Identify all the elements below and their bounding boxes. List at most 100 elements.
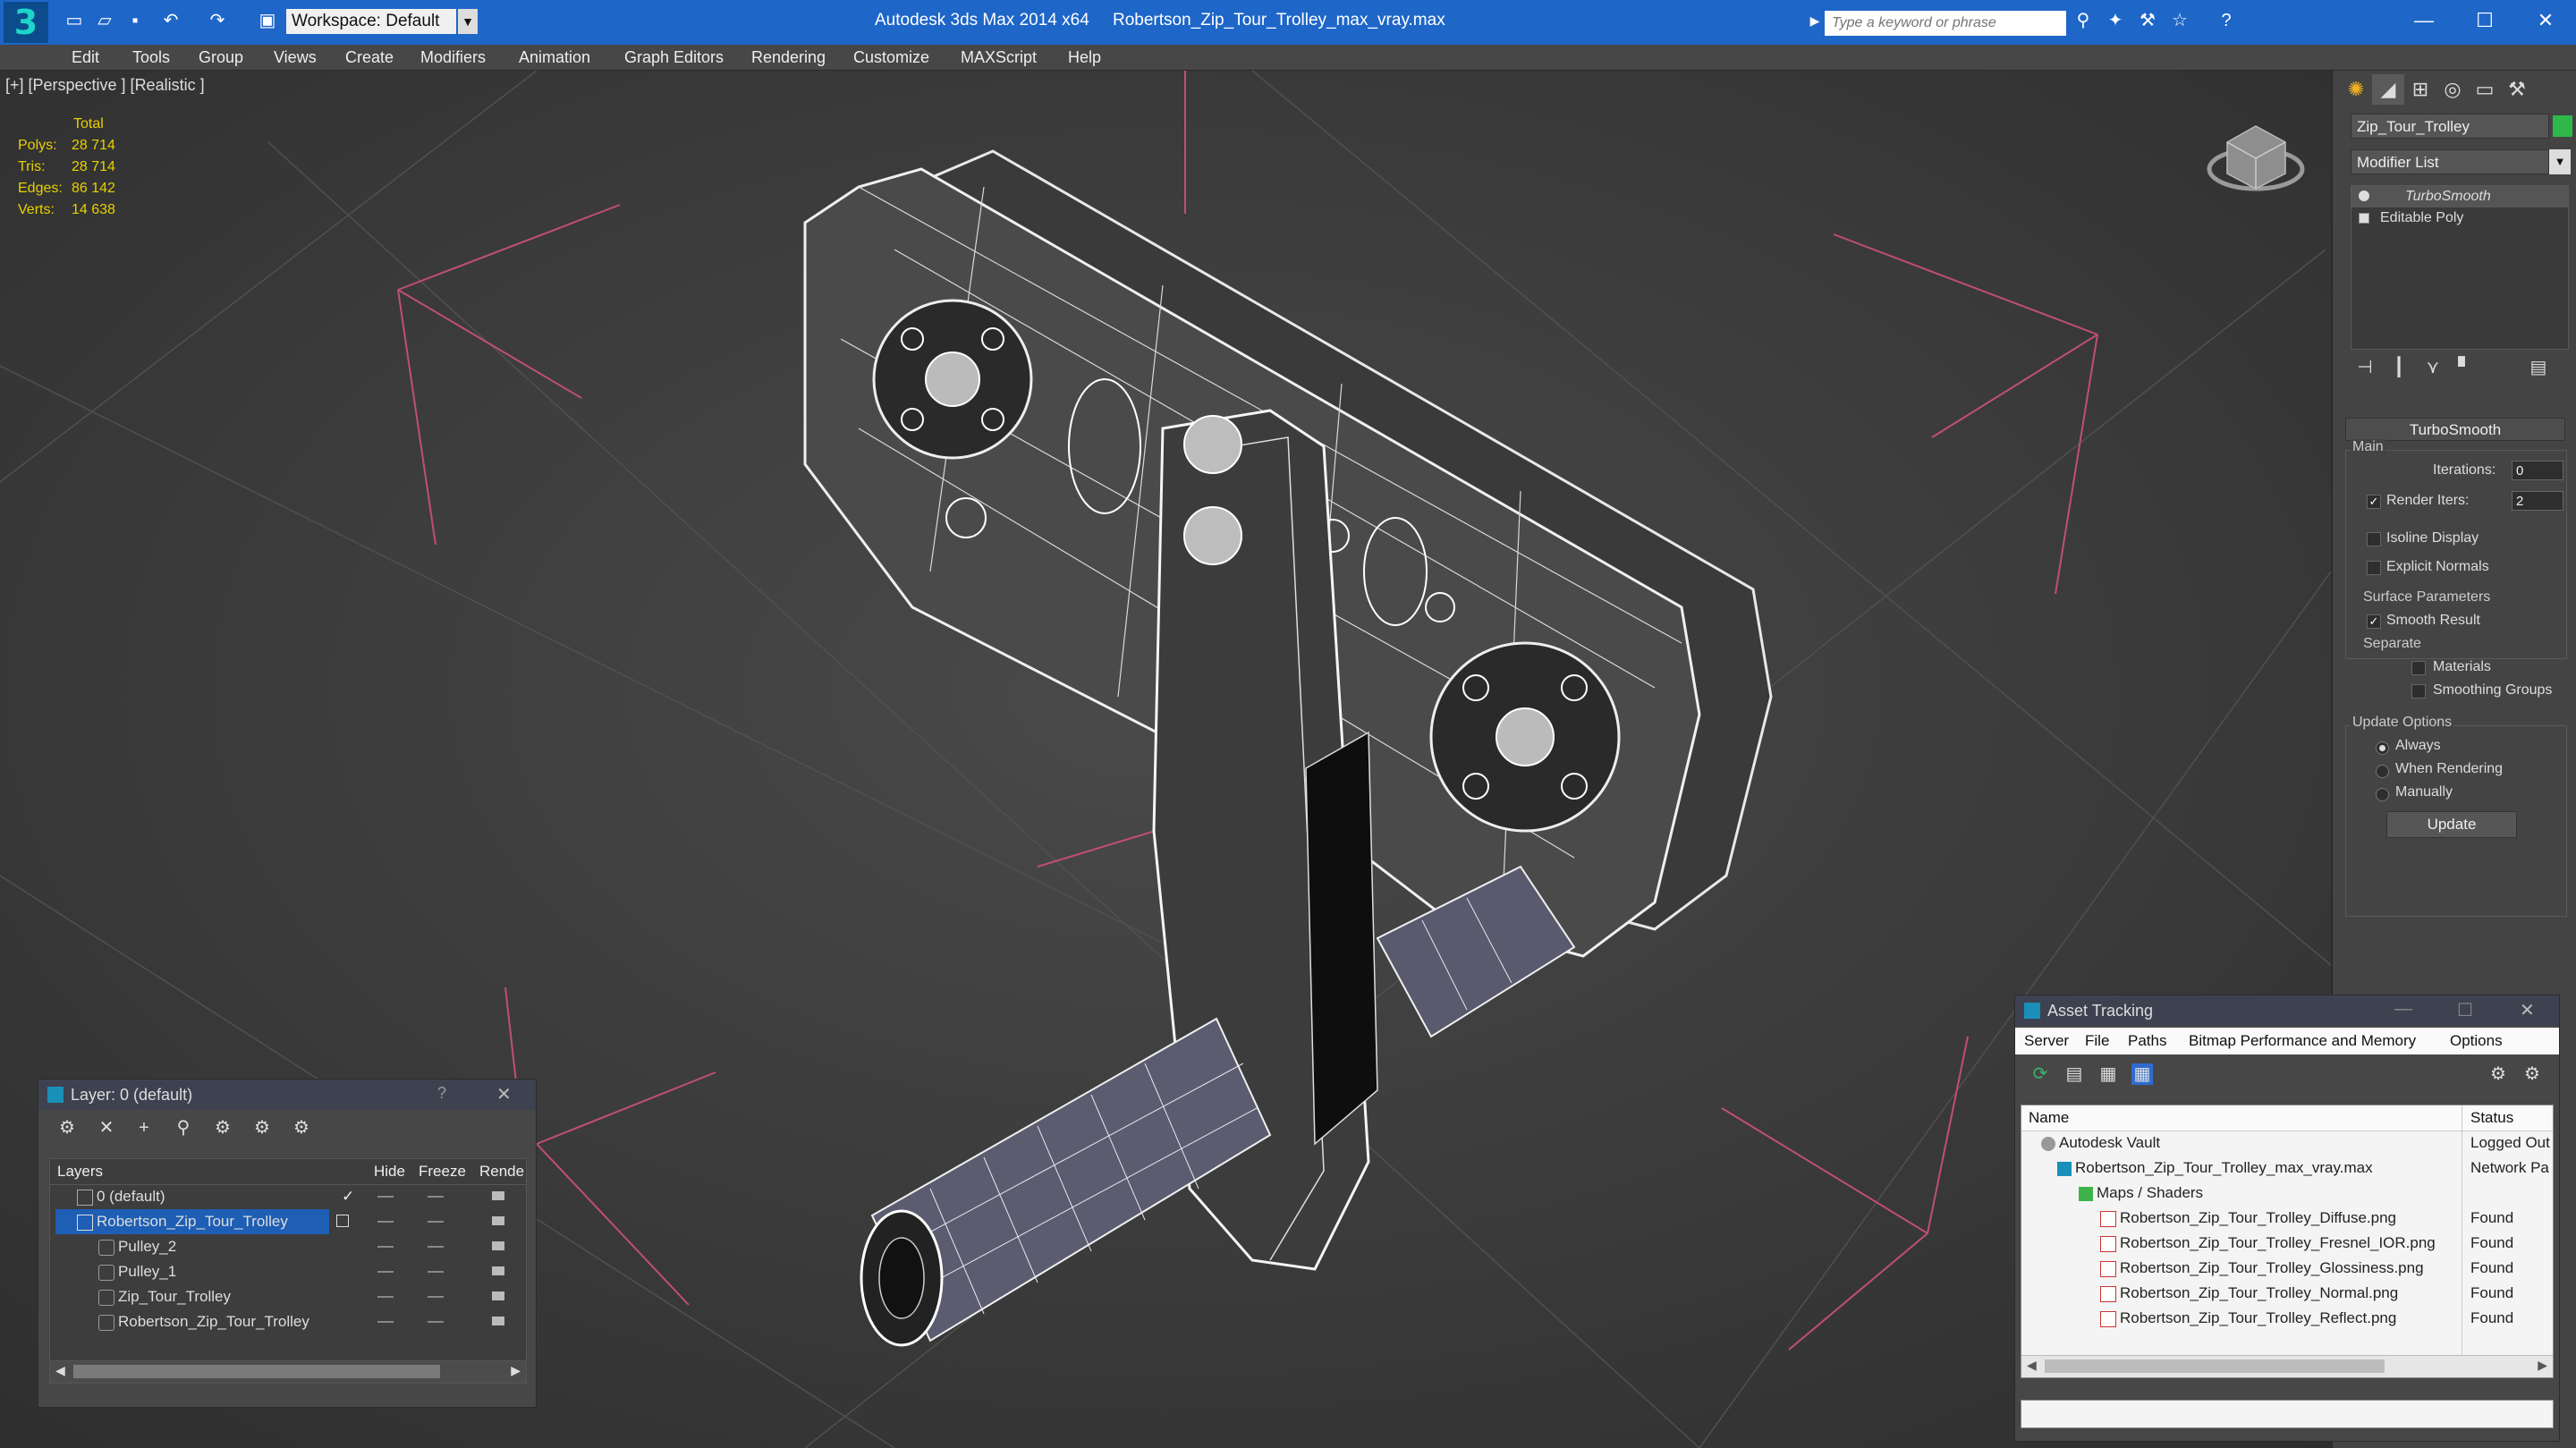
update-button[interactable]: Update bbox=[2386, 811, 2517, 838]
object-color-swatch[interactable] bbox=[2553, 115, 2572, 137]
search-input[interactable] bbox=[1825, 11, 2066, 36]
minimize-icon[interactable]: — bbox=[2394, 999, 2412, 1020]
current-layer-box[interactable] bbox=[336, 1215, 349, 1227]
modify-tab-icon[interactable]: ◢ bbox=[2372, 74, 2404, 105]
close-icon[interactable]: ✕ bbox=[496, 1083, 512, 1105]
list-view-icon[interactable]: ▤ bbox=[2063, 1063, 2085, 1085]
layer-window-titlebar[interactable]: Layer: 0 (default) ? ✕ bbox=[38, 1080, 536, 1110]
vault-connect-icon[interactable]: ⚙ bbox=[2487, 1063, 2509, 1085]
menu-tools[interactable]: Tools bbox=[132, 45, 170, 70]
menu-edit[interactable]: Edit bbox=[72, 45, 99, 70]
smooth-result-checkbox[interactable]: ✓ bbox=[2367, 614, 2381, 629]
close-icon[interactable]: ✕ bbox=[2520, 999, 2535, 1021]
menu-group[interactable]: Group bbox=[199, 45, 243, 70]
menu-paths[interactable]: Paths bbox=[2128, 1028, 2166, 1054]
menu-server[interactable]: Server bbox=[2024, 1028, 2069, 1054]
add-to-layer-icon[interactable]: + bbox=[133, 1117, 155, 1139]
save-icon[interactable]: ▪ bbox=[125, 11, 145, 30]
favorites-icon[interactable]: ☆ bbox=[2170, 11, 2190, 30]
make-unique-icon[interactable]: ⋎ bbox=[2422, 357, 2444, 378]
create-tab-icon[interactable]: ✺ bbox=[2340, 74, 2372, 105]
menu-customize[interactable]: Customize bbox=[853, 45, 929, 70]
configure-sets-icon[interactable]: ▤ bbox=[2528, 357, 2549, 378]
help-icon[interactable]: ? bbox=[437, 1084, 446, 1103]
scroll-left-icon[interactable]: ◀ bbox=[55, 1363, 65, 1378]
column-name[interactable]: Name bbox=[2029, 1109, 2069, 1127]
hierarchy-tab-icon[interactable]: ⊞ bbox=[2404, 74, 2436, 105]
asset-row[interactable]: Autodesk Vault Logged Out bbox=[2021, 1130, 2553, 1156]
app-logo-icon[interactable]: 3 bbox=[4, 2, 48, 43]
new-file-icon[interactable]: ▭ bbox=[64, 11, 84, 30]
materials-checkbox[interactable] bbox=[2411, 661, 2426, 675]
column-freeze[interactable]: Freeze bbox=[419, 1163, 466, 1181]
open-file-icon[interactable]: ▱ bbox=[95, 11, 114, 30]
asset-row[interactable]: Robertson_Zip_Tour_Trolley_Normal.png Fou… bbox=[2021, 1281, 2553, 1306]
utilities-tab-icon[interactable]: ⚒ bbox=[2501, 74, 2533, 105]
scrollbar-thumb[interactable] bbox=[73, 1365, 440, 1378]
isoline-display-checkbox[interactable] bbox=[2367, 532, 2381, 546]
scrollbar-thumb[interactable] bbox=[2045, 1359, 2385, 1373]
viewport-label[interactable]: [+] [Perspective ] [Realistic ] bbox=[5, 76, 205, 95]
asset-row[interactable]: Maps / Shaders bbox=[2021, 1181, 2553, 1206]
table-view-icon[interactable]: ▦ bbox=[2131, 1063, 2153, 1085]
render-iters-checkbox[interactable]: ✓ bbox=[2367, 495, 2381, 509]
binoculars-icon[interactable]: ⚲ bbox=[2073, 11, 2093, 30]
highlight-layer-icon[interactable]: ⚙ bbox=[212, 1117, 233, 1139]
options-icon[interactable]: ⚙ bbox=[2521, 1063, 2543, 1085]
layer-row[interactable]: Zip_Tour_Trolley bbox=[50, 1284, 526, 1309]
maximize-icon[interactable]: ☐ bbox=[2457, 999, 2473, 1021]
horizontal-scrollbar[interactable]: ◀ ▶ bbox=[2021, 1355, 2553, 1377]
manually-radio[interactable] bbox=[2376, 788, 2389, 801]
layer-row[interactable]: Robertson_Zip_Tour_Trolley bbox=[50, 1309, 526, 1334]
chevron-down-icon[interactable]: ▼ bbox=[458, 9, 478, 34]
refresh-icon[interactable]: ⟳ bbox=[2029, 1063, 2051, 1085]
chevron-down-icon[interactable]: ▼ bbox=[2549, 149, 2571, 174]
workspace-dropdown[interactable]: Workspace: Default bbox=[286, 9, 456, 34]
create-layer-icon[interactable]: ⚙ bbox=[56, 1117, 78, 1139]
column-layers[interactable]: Layers bbox=[57, 1163, 103, 1181]
menu-bitmap-performance[interactable]: Bitmap Performance and Memory bbox=[2189, 1028, 2416, 1054]
search-expand-icon[interactable]: ▶ bbox=[1805, 11, 1825, 30]
thumbnail-view-icon[interactable]: ▦ bbox=[2097, 1063, 2119, 1085]
help-icon[interactable]: ? bbox=[2216, 11, 2236, 30]
maximize-button[interactable]: ☐ bbox=[2458, 0, 2512, 41]
display-tab-icon[interactable]: ▭ bbox=[2469, 74, 2501, 105]
render-iters-spinner[interactable]: 2 bbox=[2512, 491, 2563, 511]
explicit-normals-checkbox[interactable] bbox=[2367, 561, 2381, 575]
freeze-all-icon[interactable]: ⚙ bbox=[291, 1117, 312, 1139]
select-objects-icon[interactable]: ⚲ bbox=[173, 1117, 194, 1139]
column-render[interactable]: Rende bbox=[479, 1163, 524, 1181]
minimize-button[interactable]: — bbox=[2397, 0, 2451, 41]
asset-row[interactable]: Robertson_Zip_Tour_Trolley_Fresnel_IOR.p… bbox=[2021, 1231, 2553, 1256]
exchange-icon[interactable]: ⚒ bbox=[2138, 11, 2157, 30]
asset-window-titlebar[interactable]: Asset Tracking — ☐ ✕ bbox=[2015, 995, 2559, 1026]
stack-item-turbosmooth[interactable]: TurboSmooth bbox=[2351, 186, 2568, 207]
show-end-result-icon[interactable]: ┃ bbox=[2388, 357, 2410, 378]
layer-row[interactable]: Robertson_Zip_Tour_Trolley bbox=[55, 1209, 329, 1234]
light-bulb-icon[interactable] bbox=[2359, 191, 2369, 201]
stack-item-editable-poly[interactable]: Editable Poly bbox=[2351, 207, 2568, 229]
asset-row[interactable]: Robertson_Zip_Tour_Trolley_Diffuse.png Fo… bbox=[2021, 1206, 2553, 1231]
close-button[interactable]: ✕ bbox=[2519, 0, 2572, 41]
layer-row[interactable]: Pulley_1 bbox=[50, 1259, 526, 1284]
layer-row[interactable]: Pulley_2 bbox=[50, 1234, 526, 1259]
scroll-right-icon[interactable]: ▶ bbox=[2538, 1358, 2547, 1373]
asset-row[interactable]: Robertson_Zip_Tour_Trolley_Reflect.png Fo… bbox=[2021, 1306, 2553, 1331]
remove-modifier-icon[interactable]: ▘ bbox=[2454, 357, 2476, 378]
column-hide[interactable]: Hide bbox=[374, 1163, 405, 1181]
asset-row[interactable]: Robertson_Zip_Tour_Trolley_max_vray.max N… bbox=[2021, 1156, 2553, 1181]
redo-icon[interactable]: ↷ bbox=[208, 11, 227, 30]
active-check-icon[interactable]: ✓ bbox=[342, 1184, 354, 1209]
column-status[interactable]: Status bbox=[2470, 1109, 2513, 1127]
scroll-right-icon[interactable]: ▶ bbox=[511, 1363, 521, 1378]
menu-modifiers[interactable]: Modifiers bbox=[420, 45, 486, 70]
modifier-list-dropdown[interactable]: Modifier List bbox=[2351, 149, 2549, 174]
expand-icon[interactable] bbox=[2359, 213, 2369, 224]
menu-help[interactable]: Help bbox=[1068, 45, 1101, 70]
smoothing-groups-checkbox[interactable] bbox=[2411, 684, 2426, 699]
menu-graph-editors[interactable]: Graph Editors bbox=[624, 45, 724, 70]
project-folder-icon[interactable]: ▣ bbox=[258, 11, 277, 30]
communication-icon[interactable]: ✦ bbox=[2106, 11, 2125, 30]
asset-row[interactable]: Robertson_Zip_Tour_Trolley_Glossiness.pn… bbox=[2021, 1256, 2553, 1281]
undo-icon[interactable]: ↶ bbox=[161, 11, 181, 30]
